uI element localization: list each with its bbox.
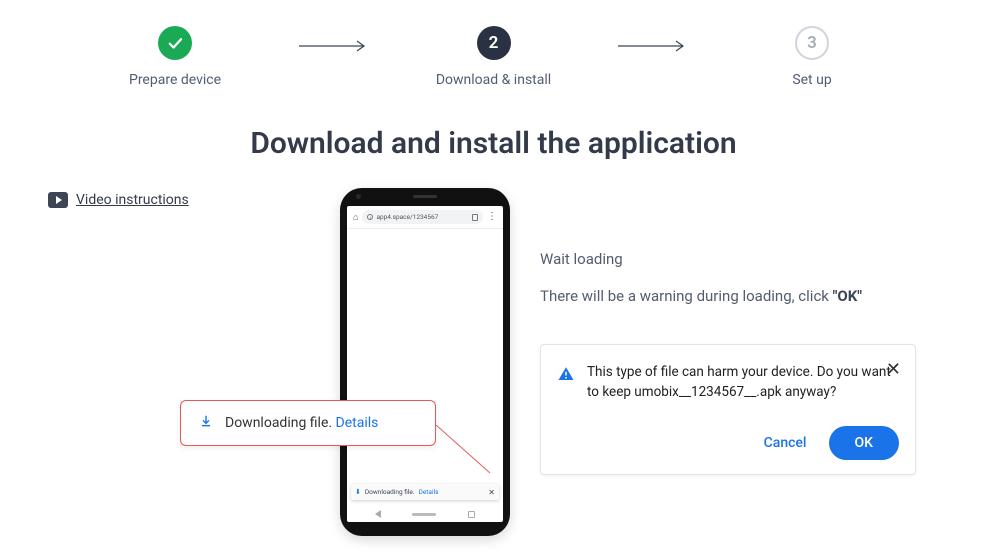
home-nav-icon <box>412 513 436 516</box>
info-icon: i <box>367 214 373 220</box>
download-toast: ⬇ Downloading file. Details ✕ <box>351 484 499 500</box>
phone-camera <box>356 194 361 199</box>
warning-dialog: This type of file can harm your device. … <box>540 344 916 475</box>
page-icon <box>472 214 478 221</box>
page-title: Download and install the application <box>0 126 987 161</box>
warning-icon <box>557 365 575 387</box>
close-icon: ✕ <box>488 488 495 497</box>
arrow-right-icon <box>240 26 429 52</box>
arrow-right-icon <box>559 26 748 52</box>
phone-screen: ⌂ i app4.space/1234567 ⋮ ⬇ Downloading f… <box>347 206 503 522</box>
step-label: Download & install <box>436 72 551 88</box>
callout-text: Downloading file. Details <box>225 415 378 431</box>
browser-url-bar: ⌂ i app4.space/1234567 ⋮ <box>347 206 503 229</box>
instruction-line-2: There will be a warning during loading, … <box>540 285 920 308</box>
step-number-pending: 3 <box>795 26 829 60</box>
instruction-line-1: Wait loading <box>540 248 920 271</box>
step-label: Set up <box>792 72 831 88</box>
callout-details-link: Details <box>336 415 379 431</box>
step-download-install[interactable]: 2 Download & install <box>429 26 559 88</box>
download-callout: Downloading file. Details <box>180 400 436 446</box>
toast-text: Downloading file. <box>365 488 415 496</box>
dialog-close-button[interactable]: ✕ <box>886 359 901 380</box>
phone-nav-bar <box>347 510 503 518</box>
url-input-display: i app4.space/1234567 <box>362 210 483 224</box>
kebab-icon: ⋮ <box>487 212 497 222</box>
wizard-stepper: Prepare device 2 Download & install 3 Se… <box>0 0 987 88</box>
phone-mockup: ⌂ i app4.space/1234567 ⋮ ⬇ Downloading f… <box>340 188 510 536</box>
play-icon <box>48 192 68 208</box>
phone-speaker <box>413 195 437 198</box>
url-text: app4.space/1234567 <box>376 213 438 221</box>
dialog-message: This type of file can harm your device. … <box>587 363 899 402</box>
cancel-button[interactable]: Cancel <box>764 435 807 451</box>
download-icon: ⬇ <box>355 488 361 496</box>
back-nav-icon <box>375 510 381 518</box>
instruction-text: Wait loading There will be a warning dur… <box>540 248 920 307</box>
recent-nav-icon <box>468 511 475 518</box>
toast-details: Details <box>419 488 439 496</box>
video-instructions-link[interactable]: Video instructions <box>48 192 189 208</box>
step-prepare-device[interactable]: Prepare device <box>110 26 240 88</box>
check-icon <box>158 26 192 60</box>
step-number-current: 2 <box>477 26 511 60</box>
step-label: Prepare device <box>129 72 221 88</box>
home-icon: ⌂ <box>353 212 358 223</box>
video-instructions-label: Video instructions <box>76 192 189 208</box>
dialog-actions: Cancel OK <box>557 426 899 460</box>
step-set-up[interactable]: 3 Set up <box>747 26 877 88</box>
download-icon <box>199 414 213 432</box>
ok-button[interactable]: OK <box>829 426 900 460</box>
